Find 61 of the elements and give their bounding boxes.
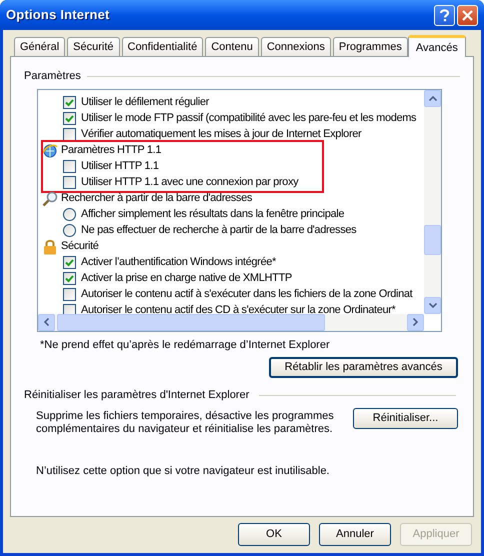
close-icon	[462, 10, 473, 20]
checkbox[interactable]	[63, 128, 76, 141]
checkbox[interactable]	[63, 160, 76, 173]
close-button[interactable]	[457, 4, 478, 26]
group-label: Rechercher à partir de la barre d'adresses	[61, 191, 252, 206]
tab[interactable]: Avancés	[408, 35, 466, 57]
checkbox[interactable]	[63, 176, 76, 189]
scroll-thumb[interactable]	[57, 314, 325, 330]
group-legend: Paramètres	[24, 68, 81, 84]
option-label: Utiliser HTTP 1.1	[81, 159, 159, 174]
padlock-icon	[42, 238, 58, 254]
horizontal-scrollbar[interactable]	[38, 314, 424, 330]
tab[interactable]: Programmes	[332, 37, 408, 56]
option-label: Activer la prise en charge native de XMLHTTP	[81, 271, 292, 286]
globe-icon	[42, 142, 58, 158]
help-icon	[440, 8, 449, 22]
group-legend: Réinitialiser les paramètres d'Internet Explorer	[24, 387, 250, 404]
checkbox[interactable]	[63, 112, 76, 125]
help-button[interactable]	[434, 4, 455, 26]
option-label: Autoriser le contenu actif à s'exécuter dans les fichiers de la zone Ordinat	[81, 287, 412, 302]
scroll-right-button[interactable]	[407, 314, 424, 330]
option-label: Utiliser le défilement régulier	[81, 95, 209, 110]
checkbox[interactable]	[63, 304, 76, 314]
tab[interactable]: Contenu	[205, 37, 259, 56]
caret-up-icon	[428, 96, 436, 100]
option-label: Autoriser le contenu actif des CD à s'exécuter sur la zone Ordinateur*	[81, 303, 396, 314]
tab[interactable]: Général	[14, 37, 66, 56]
checkbox[interactable]	[63, 96, 76, 109]
caret-down-icon	[428, 302, 436, 308]
warning-text: N’utilisez cette option que si votre navigateur est inutilisable.	[36, 464, 330, 478]
tab[interactable]: Confidentialité	[122, 37, 204, 56]
tab[interactable]: Sécurité	[67, 37, 120, 56]
group-label: Sécurité	[61, 239, 99, 254]
radio-button[interactable]	[63, 208, 76, 221]
radio-button[interactable]	[63, 224, 76, 237]
note-text: *Ne prend effet qu’après le redémarrage d’Internet Explorer	[40, 338, 331, 352]
window-title: Options Internet	[6, 6, 110, 24]
option-label: Afficher simplement les résultats dans la fenêtre principale	[81, 207, 344, 222]
scroll-thumb[interactable]	[424, 224, 441, 254]
vertical-scrollbar[interactable]	[424, 90, 441, 314]
caret-left-icon	[44, 318, 49, 326]
group-label: Paramètres HTTP 1.1	[61, 143, 162, 158]
option-label: Utiliser HTTP 1.1 avec une connexion par proxy	[81, 175, 298, 190]
caret-right-icon	[413, 318, 418, 326]
scroll-up-button[interactable]	[424, 90, 441, 106]
scroll-left-button[interactable]	[38, 314, 55, 330]
reset-button[interactable]: Réinitialiser...	[353, 408, 458, 428]
search-icon	[42, 190, 58, 206]
option-label: Ne pas effectuer de recherche à partir de la barre d'adresses	[81, 223, 356, 238]
description-text: Supprime les fichiers temporaires, désactive les programmes complémentaires du navigateur et réinitialise les paramètres.	[36, 410, 335, 436]
option-label: Activer l’authentification Windows intégrée*	[81, 255, 276, 270]
dialog-button[interactable]: OK	[238, 523, 310, 546]
tab[interactable]: Connexions	[260, 37, 331, 56]
restore-button[interactable]: Rétablir les paramètres avancés	[269, 357, 458, 378]
checkbox[interactable]	[63, 256, 76, 269]
scroll-down-button[interactable]	[424, 296, 441, 314]
option-label: Vérifier automatiquement les mises à jour de Internet Explorer	[81, 127, 362, 142]
option-label: Utiliser le mode FTP passif (compatibilité avec les pare-feu et les modems	[81, 111, 416, 126]
dialog-button[interactable]: Annuler	[319, 523, 391, 546]
checkbox[interactable]	[63, 288, 76, 301]
checkbox[interactable]	[63, 272, 76, 285]
